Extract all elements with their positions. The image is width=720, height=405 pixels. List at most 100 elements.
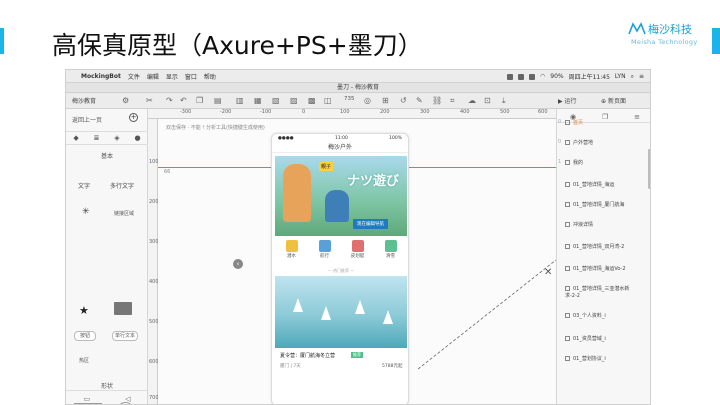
menu-help[interactable]: 帮助: [204, 72, 216, 81]
widget-panel: 返回上一页 + ◆ ≣ ◈ ● 基本 文字 多行文字 ✳ 链接区域 ★ 按钮 单…: [66, 109, 148, 404]
cut-icon[interactable]: ✂: [146, 95, 153, 107]
ruler-h-tick: -100: [260, 109, 272, 115]
menu-file[interactable]: 文件: [128, 72, 140, 81]
pointer-icon[interactable]: ✳: [82, 207, 90, 217]
scrollbar[interactable]: [648, 149, 650, 189]
collapse-left-icon[interactable]: ‹: [233, 259, 243, 269]
page-item[interactable]: 冲浪详情: [565, 221, 593, 228]
category-ski[interactable]: 滑雪: [381, 238, 401, 264]
design-canvas[interactable]: 双击保存 · 不能 ! 分析工具(快捷键生成使用) 66 ●●●● 11:00 …: [158, 119, 556, 404]
page-index: 0: [558, 119, 562, 125]
pages-tab-icon[interactable]: ❐: [602, 113, 608, 121]
page-icon: [565, 266, 570, 271]
banner-child-figure: [325, 190, 349, 222]
page-item[interactable]: 01_资员营域_i: [565, 335, 606, 342]
phone-frame[interactable]: ●●●● 11:00 100% 梅沙户外 親子 ナツ遊び 现在编辑导航 潜水 航…: [271, 133, 409, 404]
paste-icon[interactable]: ▤: [214, 95, 222, 107]
page-item[interactable]: 首页: [565, 119, 583, 126]
ruler-h-tick: -300: [180, 109, 192, 115]
link-pin-icon[interactable]: ✕: [544, 267, 552, 278]
grid-icon[interactable]: ⊞: [382, 95, 389, 107]
layers-icon[interactable]: ◈: [114, 134, 119, 142]
widget-link[interactable]: 链接区域: [112, 210, 136, 219]
back-link[interactable]: 返回上一页: [72, 115, 102, 124]
align-center-icon[interactable]: ▦: [254, 95, 262, 107]
menu-list-icon[interactable]: ≡: [639, 73, 644, 80]
run-button[interactable]: ▶ 运行: [558, 96, 577, 105]
list-tab-icon[interactable]: ≡: [634, 113, 640, 121]
download-icon[interactable]: ⤓: [502, 95, 506, 107]
wifi-icon[interactable]: ◠: [540, 73, 545, 80]
page-item[interactable]: 01_营划协议_i: [565, 355, 606, 362]
redo-icon[interactable]: ↷: [166, 95, 173, 107]
page-label: 我的: [573, 160, 584, 166]
menu-window[interactable]: 窗口: [185, 72, 197, 81]
search-icon[interactable]: ⌕: [631, 73, 634, 81]
widget-input[interactable]: 单行文本: [112, 331, 138, 341]
wechat-icon[interactable]: [507, 73, 513, 80]
pen-icon[interactable]: ✎: [416, 95, 423, 107]
page-item[interactable]: 03_个人资料_i: [565, 312, 606, 319]
group-icon[interactable]: ▩: [308, 95, 316, 107]
page-item[interactable]: 01_营地详情_双月湾-2: [565, 243, 624, 250]
logo-subtitle: Meisha Technology: [631, 38, 698, 46]
banner-image[interactable]: 親子 ナツ遊び 现在编辑导航: [275, 156, 407, 236]
distribute-icon[interactable]: ▨: [290, 95, 298, 107]
align-left-icon[interactable]: ▥: [236, 95, 244, 107]
banner-button[interactable]: 现在编辑导航: [353, 219, 388, 229]
link-icon[interactable]: ⛓: [432, 95, 442, 107]
star-icon[interactable]: ★: [79, 304, 89, 317]
ruler-h-tick: 0: [302, 109, 306, 115]
page-item[interactable]: 01_营地详情_三亚潜水新 求-2-2: [565, 285, 629, 299]
new-page-button[interactable]: ⊕ 新页面: [601, 96, 626, 105]
zoom-value[interactable]: 735: [344, 96, 355, 102]
banner-headline: ナツ遊び: [347, 174, 400, 189]
megaphone-icon[interactable]: ◁: [125, 395, 130, 403]
crop-icon[interactable]: ⌗: [450, 95, 455, 107]
layer-icon[interactable]: ◫: [324, 95, 332, 107]
window-title: 墨刀 - 梅沙教育: [66, 83, 650, 93]
menu-edit[interactable]: 编辑: [147, 72, 159, 81]
image-icon[interactable]: [114, 302, 132, 315]
align-right-icon[interactable]: ▧: [272, 95, 280, 107]
database-icon[interactable]: ≣: [94, 134, 100, 142]
phone-page-title: 梅沙户外: [272, 142, 408, 153]
widget-hotspot[interactable]: 热区: [74, 357, 94, 367]
rotate-icon[interactable]: ↺: [400, 95, 407, 107]
sailing-photo[interactable]: [275, 276, 407, 348]
clock: 周四上午11:45: [568, 74, 610, 81]
settings-icon[interactable]: ⚙: [122, 95, 129, 107]
page-item[interactable]: 01_营地详情_海运Vo-2: [565, 265, 626, 272]
card-price: 5788元起: [382, 364, 403, 369]
card-subtitle: 厦门 | 7天: [280, 364, 301, 369]
menu-view[interactable]: 显示: [166, 72, 178, 81]
category-diving[interactable]: 潜水: [282, 238, 302, 264]
menu-app[interactable]: MockingBot: [81, 73, 121, 80]
page-icon: [565, 313, 570, 318]
page-item[interactable]: 我的: [565, 159, 583, 166]
page-item[interactable]: 户外营地: [565, 139, 593, 146]
category-sailing[interactable]: 航行: [315, 238, 335, 264]
undo-icon[interactable]: ↶: [180, 95, 187, 107]
page-item[interactable]: 01_营地详情_海运: [565, 181, 614, 188]
widget-text[interactable]: 文字: [78, 181, 90, 190]
add-icon[interactable]: +: [129, 113, 138, 122]
page-item[interactable]: 01_营地详情_厦门航海: [565, 201, 624, 208]
project-name[interactable]: 梅沙教育: [72, 96, 96, 105]
camera-icon[interactable]: [529, 73, 535, 80]
copy-icon[interactable]: ❐: [196, 95, 203, 107]
widget-button[interactable]: 按钮: [74, 331, 96, 341]
apple-widget-icon[interactable]: ●: [134, 134, 140, 142]
lock-icon[interactable]: ⊡: [484, 95, 491, 107]
pages-panel: ◉ ❐ ≡ 0 首页 0 户外营地 1 我的 01_营地详情_海运 01_营地详情_厦门航海冲…: [556, 109, 650, 404]
cube-icon[interactable]: ◆: [73, 134, 78, 142]
keyboard-icon[interactable]: ▭: [83, 395, 90, 403]
target-icon[interactable]: ◎: [364, 95, 371, 107]
ruler-h-tick: 600: [538, 109, 548, 115]
upload-icon[interactable]: ☁: [468, 95, 476, 107]
cloud-icon[interactable]: [518, 73, 524, 80]
company-logo: 梅沙科技 Meisha Technology: [628, 20, 708, 50]
user-name[interactable]: LYN: [615, 73, 626, 80]
widget-multitext[interactable]: 多行文字: [110, 181, 134, 190]
category-kayak[interactable]: 皮划艇: [348, 238, 368, 264]
